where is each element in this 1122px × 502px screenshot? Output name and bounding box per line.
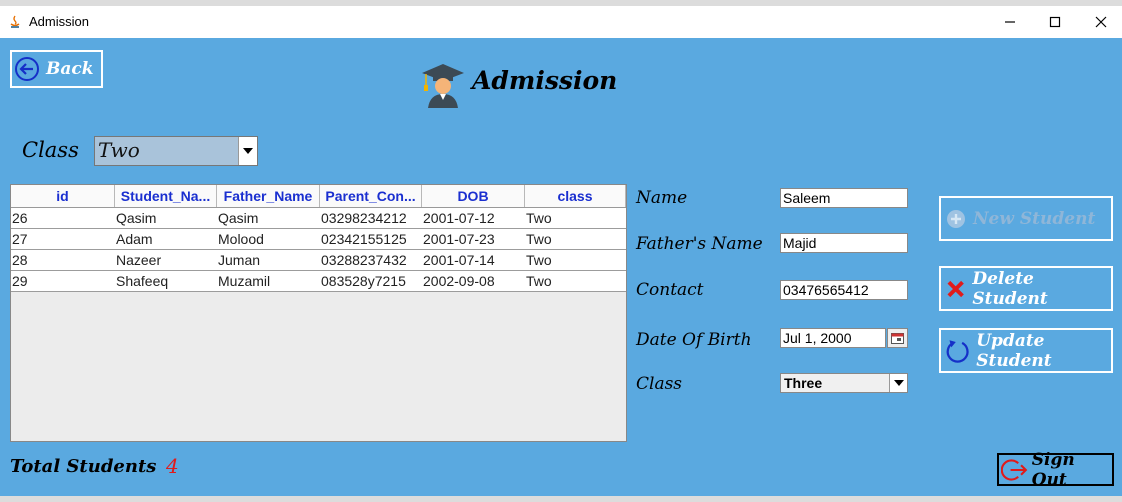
maximize-icon bbox=[1049, 16, 1061, 28]
table-cell: Two bbox=[526, 210, 552, 226]
table-cell: Molood bbox=[218, 231, 264, 247]
table-row[interactable]: 26 Qasim Qasim 03298234212 2001-07-12 Tw… bbox=[11, 208, 626, 229]
column-header[interactable]: class bbox=[525, 185, 626, 207]
contact-label: Contact bbox=[636, 280, 704, 300]
contact-field[interactable]: 03476565412 bbox=[780, 280, 908, 300]
table-cell: 03298234212 bbox=[321, 210, 407, 226]
plus-circle-icon bbox=[947, 209, 965, 228]
class-filter-dropdown[interactable]: Two bbox=[94, 136, 258, 166]
sign-out-label: Sign Out bbox=[1031, 449, 1075, 490]
new-student-button[interactable]: New Student bbox=[939, 196, 1113, 241]
table-cell: Nazeer bbox=[116, 252, 162, 268]
window-titlebar: Admission bbox=[0, 6, 1122, 38]
dob-field[interactable]: Jul 1, 2000 bbox=[780, 328, 886, 348]
table-row[interactable]: 29 Shafeeq Muzamil 083528y7215 2002-09-0… bbox=[11, 271, 626, 292]
table-cell: 2002-09-08 bbox=[423, 273, 495, 289]
back-label: Back bbox=[46, 59, 94, 79]
table-cell: 2001-07-23 bbox=[423, 231, 495, 247]
table-cell: 28 bbox=[12, 252, 28, 268]
table-cell: Juman bbox=[218, 252, 261, 268]
table-cell: 083528y7215 bbox=[321, 273, 406, 289]
table-header: id Student_Na... Father_Name Parent_Con.… bbox=[11, 185, 626, 208]
minimize-button[interactable] bbox=[996, 10, 1024, 34]
table-row[interactable]: 27 Adam Molood 02342155125 2001-07-23 Tw… bbox=[11, 229, 626, 250]
os-bottom-strip bbox=[0, 496, 1122, 502]
column-header[interactable]: DOB bbox=[422, 185, 525, 207]
table-cell: 2001-07-12 bbox=[423, 210, 495, 226]
graduate-icon bbox=[422, 64, 464, 108]
calendar-icon bbox=[891, 332, 904, 344]
form-class-label: Class bbox=[636, 374, 683, 394]
table-cell: Adam bbox=[116, 231, 153, 247]
total-students-label: Total Students bbox=[10, 456, 157, 477]
dob-label: Date Of Birth bbox=[636, 330, 752, 350]
name-field[interactable]: Saleem bbox=[780, 188, 908, 208]
chevron-down-icon bbox=[243, 148, 253, 154]
table-cell: Qasim bbox=[218, 210, 259, 226]
form-class-value: Three bbox=[784, 375, 823, 391]
window-title: Admission bbox=[29, 14, 89, 29]
table-cell: 27 bbox=[12, 231, 28, 247]
table-cell: 26 bbox=[12, 210, 28, 226]
back-button[interactable]: Back bbox=[10, 50, 103, 88]
sign-out-button[interactable]: Sign Out bbox=[997, 450, 1114, 490]
table-cell: Muzamil bbox=[218, 273, 271, 289]
form-class-arrow[interactable] bbox=[889, 374, 907, 392]
update-student-button[interactable]: Update Student bbox=[939, 328, 1113, 373]
table-row[interactable]: 28 Nazeer Juman 03288237432 2001-07-14 T… bbox=[11, 250, 626, 271]
back-arrow-icon bbox=[15, 57, 39, 81]
main-panel: Back Admission Class Two id Student_Na..… bbox=[0, 38, 1122, 496]
chevron-down-icon bbox=[893, 380, 904, 386]
new-student-label: New Student bbox=[973, 208, 1096, 229]
logout-icon bbox=[1001, 458, 1028, 481]
column-header[interactable]: Father_Name bbox=[217, 185, 320, 207]
father-name-label: Father's Name bbox=[636, 234, 763, 254]
table-cell: 02342155125 bbox=[321, 231, 407, 247]
total-students-count: 4 bbox=[166, 454, 179, 478]
students-table[interactable]: id Student_Na... Father_Name Parent_Con.… bbox=[10, 184, 627, 442]
table-cell: Two bbox=[526, 252, 552, 268]
close-icon bbox=[1095, 16, 1107, 28]
class-filter-value: Two bbox=[98, 138, 140, 162]
table-cell: Shafeeq bbox=[116, 273, 169, 289]
x-mark-icon bbox=[947, 280, 964, 297]
java-app-icon bbox=[10, 15, 20, 28]
class-filter-label: Class bbox=[22, 138, 79, 162]
maximize-button[interactable] bbox=[1041, 10, 1069, 34]
table-cell: 03288237432 bbox=[321, 252, 407, 268]
minimize-icon bbox=[1005, 21, 1015, 23]
date-picker-button[interactable] bbox=[887, 328, 908, 348]
update-student-label: Update Student bbox=[976, 330, 1052, 371]
close-button[interactable] bbox=[1087, 10, 1115, 34]
table-cell: 2001-07-14 bbox=[423, 252, 495, 268]
delete-student-button[interactable]: Delete Student bbox=[939, 266, 1113, 311]
table-cell: 29 bbox=[12, 273, 28, 289]
name-label: Name bbox=[636, 188, 688, 208]
refresh-icon bbox=[946, 339, 969, 363]
class-filter-arrow[interactable] bbox=[238, 137, 257, 165]
form-class-dropdown[interactable]: Three bbox=[780, 373, 908, 393]
father-name-field[interactable]: Majid bbox=[780, 233, 908, 253]
page-title: Admission bbox=[472, 66, 618, 95]
column-header[interactable]: Student_Na... bbox=[115, 185, 217, 207]
delete-student-label: Delete Student bbox=[972, 268, 1048, 309]
table-cell: Two bbox=[526, 273, 552, 289]
table-cell: Qasim bbox=[116, 210, 157, 226]
column-header[interactable]: id bbox=[11, 185, 115, 207]
table-cell: Two bbox=[526, 231, 552, 247]
column-header[interactable]: Parent_Con... bbox=[320, 185, 422, 207]
